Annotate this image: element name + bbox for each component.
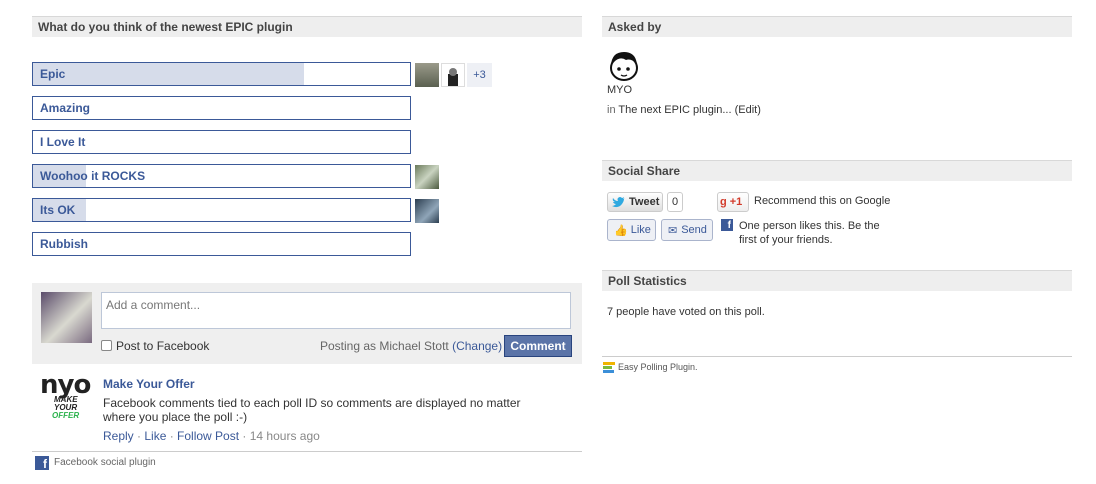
divider: [32, 451, 582, 452]
comment-author[interactable]: Make Your Offer: [103, 377, 195, 391]
poll-option[interactable]: Woohoo it ROCKS: [32, 164, 411, 188]
tweet-count: 0: [667, 192, 683, 212]
poll-option[interactable]: Amazing: [32, 96, 411, 120]
poll-option-label: I Love It: [40, 135, 86, 149]
poll-statistics-header: Poll Statistics: [602, 270, 1072, 291]
fb-like-text-line1: One person likes this. Be the: [739, 220, 880, 232]
gplus-label: +1: [729, 196, 743, 208]
edit-link[interactable]: (Edit): [735, 104, 761, 116]
poll-option-bar: [33, 63, 305, 85]
posting-as: Posting as Michael Stott (Change): [320, 339, 502, 353]
user-avatar: [41, 292, 92, 343]
send-label: Send: [681, 224, 707, 236]
logo-text: nyo: [40, 370, 91, 400]
tweet-label: Tweet: [629, 196, 660, 208]
commenter-logo: nyo MAKE YOUR OFFER: [40, 370, 96, 424]
post-to-facebook-checkbox[interactable]: [101, 340, 112, 351]
gplus-button[interactable]: g +1: [717, 192, 749, 212]
asker-avatar[interactable]: [606, 48, 642, 82]
divider: [602, 356, 1072, 357]
comment-placeholder: Add a comment...: [106, 298, 201, 312]
poll-question-header: What do you think of the newest EPIC plu…: [32, 16, 582, 37]
asked-in-prefix: in: [607, 104, 616, 116]
social-share-header: Social Share: [602, 160, 1072, 181]
poll-option-label: Woohoo it ROCKS: [40, 169, 146, 183]
post-to-facebook-label[interactable]: Post to Facebook: [116, 339, 209, 353]
fb-send-button[interactable]: ✉ Send: [661, 219, 713, 241]
tweet-button[interactable]: Tweet: [607, 192, 663, 212]
fb-like-text-line2: first of your friends.: [739, 234, 833, 246]
voter-avatar[interactable]: [441, 63, 465, 87]
comment-actions: Reply · Like · Follow Post · 14 hours ag…: [103, 429, 320, 443]
thumbs-up-icon: 👍: [614, 224, 628, 237]
gplus-text: Recommend this on Google: [754, 195, 891, 207]
poll-option-label: Its OK: [40, 203, 76, 217]
follow-post-link[interactable]: Follow Post: [177, 429, 239, 443]
poll-option[interactable]: I Love It: [32, 130, 411, 154]
easy-polling-icon: [603, 362, 615, 373]
poll-link[interactable]: The next EPIC plugin...: [618, 104, 731, 116]
more-voters-badge[interactable]: +3: [467, 63, 492, 87]
voter-avatar[interactable]: [415, 63, 439, 87]
asked-in: in The next EPIC plugin... (Edit): [607, 104, 761, 116]
posting-as-text: Posting as Michael Stott: [320, 339, 449, 353]
poll-option[interactable]: Epic: [32, 62, 411, 86]
asker-name[interactable]: MYO: [607, 84, 632, 96]
change-account-link[interactable]: (Change): [452, 339, 502, 353]
comment-button[interactable]: Comment: [504, 335, 572, 357]
asked-by-header: Asked by: [602, 16, 1072, 37]
poll-option[interactable]: Rubbish: [32, 232, 411, 256]
social-plugin-label[interactable]: Facebook social plugin: [54, 457, 156, 468]
like-link[interactable]: Like: [144, 429, 166, 443]
poll-option-label: Rubbish: [40, 237, 88, 251]
gplus-icon: g: [720, 196, 727, 208]
logo-offer: OFFER: [52, 411, 80, 420]
voter-avatar[interactable]: [415, 199, 439, 223]
easy-polling-credit[interactable]: Easy Polling Plugin.: [618, 362, 698, 372]
poll-statistics-heading: Poll Statistics: [608, 274, 687, 288]
social-share-heading: Social Share: [608, 164, 681, 178]
comment-time: 14 hours ago: [249, 429, 320, 443]
facebook-icon: f: [721, 219, 733, 231]
poll-statistics-text: 7 people have voted on this poll.: [607, 306, 765, 318]
fb-like-text: One person likes this. Be the first of y…: [739, 219, 880, 247]
poll-question: What do you think of the newest EPIC plu…: [38, 20, 293, 34]
poll-option-label: Amazing: [40, 101, 91, 115]
facebook-icon: f: [35, 456, 49, 471]
send-icon: ✉: [668, 224, 678, 237]
like-label: Like: [630, 224, 651, 236]
voter-avatar[interactable]: [415, 165, 439, 189]
comment-input[interactable]: Add a comment...: [101, 292, 571, 329]
comment-text: Facebook comments tied to each poll ID s…: [103, 396, 521, 424]
reply-link[interactable]: Reply: [103, 429, 134, 443]
poll-option[interactable]: Its OK: [32, 198, 411, 222]
asked-by-heading: Asked by: [608, 20, 662, 34]
fb-like-button[interactable]: 👍 Like: [607, 219, 656, 241]
poll-option-label: Epic: [40, 67, 66, 81]
twitter-bird-icon: [612, 197, 625, 208]
